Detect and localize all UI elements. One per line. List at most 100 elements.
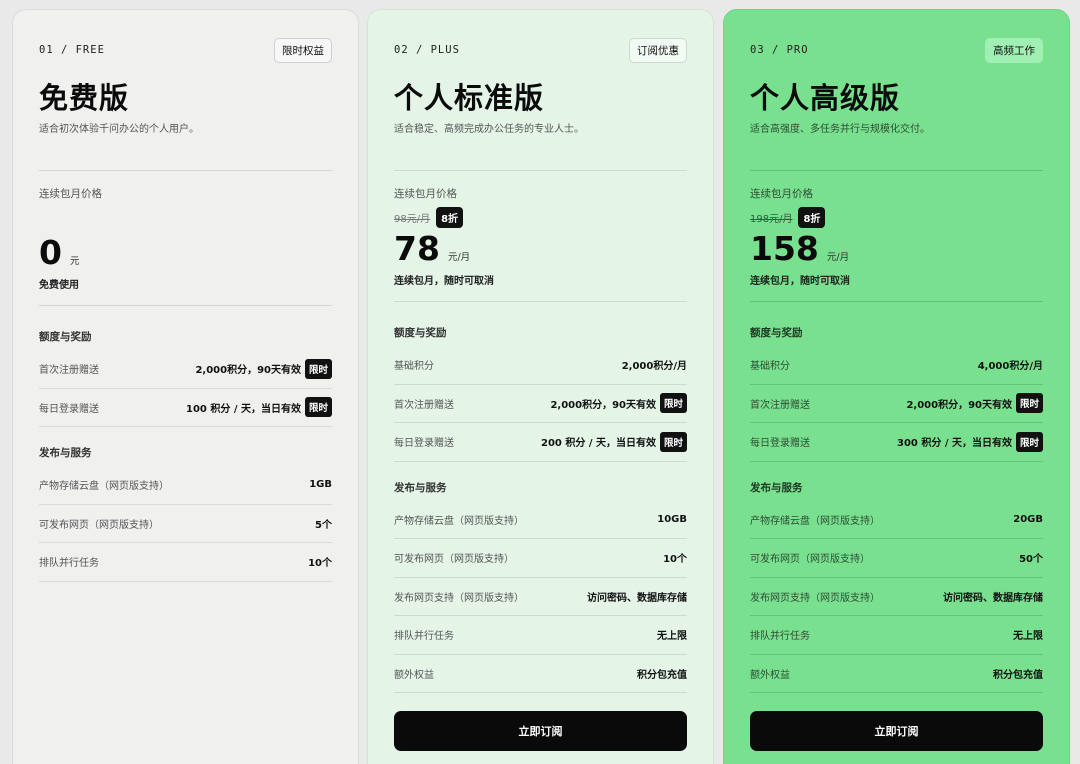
price-note: 免费使用 <box>39 280 79 291</box>
quota-row: 首次注册赠送 2,000积分，90天有效 限时 <box>39 350 332 389</box>
row-value: 10个 <box>663 554 687 566</box>
quota-row: 首次注册赠送 2,000积分，90天有效 限时 <box>394 385 687 423</box>
service-row: 产物存储云盘（网页版支持） 10GB <box>394 501 687 539</box>
original-price-row: 98元/月 8折 <box>394 206 687 228</box>
row-value-text: 2,000积分，90天有效 <box>195 365 301 377</box>
price-row: 158 元/月 <box>750 230 1043 268</box>
row-value: 300 积分 / 天，当日有效 限时 <box>897 431 1043 452</box>
quota-row: 首次注册赠送 2,000积分，90天有效 限时 <box>750 385 1043 423</box>
row-value: 50个 <box>1019 554 1043 566</box>
limited-badge: 限时 <box>659 431 687 452</box>
divider <box>750 301 1043 302</box>
row-label: 产物存储云盘（网页版支持） <box>750 515 880 527</box>
price-unit: 元/月 <box>826 252 850 263</box>
price-row: 78 元/月 <box>394 230 687 268</box>
row-value: 2,000积分/月 <box>621 361 687 373</box>
row-value: 积分包充值 <box>993 669 1043 681</box>
row-value: 4,000积分/月 <box>977 361 1043 373</box>
section-title-quota: 额度与奖励 <box>394 327 447 339</box>
row-value-text: 2,000积分，90天有效 <box>906 399 1012 411</box>
row-value: 20GB <box>1013 513 1043 525</box>
service-row: 发布网页支持（网页版支持） 访问密码、数据库存储 <box>394 578 687 616</box>
row-value: 10GB <box>657 513 687 525</box>
service-row: 可发布网页（网页版支持） 5个 <box>39 505 332 543</box>
row-value: 积分包充值 <box>637 669 687 681</box>
row-value-text: 200 积分 / 天，当日有效 <box>541 438 656 450</box>
section-title-quota: 额度与奖励 <box>39 331 92 343</box>
plan-header: 03 / PRO 高频工作 <box>750 37 1043 63</box>
plan-tag: 高频工作 <box>985 37 1043 63</box>
quota-row: 基础积分 4,000积分/月 <box>750 346 1043 385</box>
row-value: 10个 <box>308 558 332 570</box>
section-title-services: 发布与服务 <box>394 481 447 494</box>
row-label: 首次注册赠送 <box>39 365 99 377</box>
plan-name: 个人标准版 <box>394 81 545 115</box>
service-row: 排队并行任务 无上限 <box>394 616 687 655</box>
row-label: 排队并行任务 <box>39 558 99 570</box>
row-value: 1GB <box>309 479 332 491</box>
row-label: 排队并行任务 <box>750 631 810 643</box>
row-label: 可发布网页（网页版支持） <box>750 554 870 566</box>
limited-badge: 限时 <box>659 393 687 414</box>
service-row: 额外权益 积分包充值 <box>394 655 687 693</box>
row-label: 排队并行任务 <box>394 631 454 643</box>
price-row: 0 元 <box>39 234 332 272</box>
row-label: 首次注册赠送 <box>394 399 454 411</box>
row-label: 基础积分 <box>394 361 434 373</box>
plan-description: 适合高强度、多任务并行与规模化交付。 <box>750 124 930 135</box>
section-title-services: 发布与服务 <box>750 481 803 494</box>
plan-tag: 订阅优惠 <box>629 37 687 63</box>
price-label: 连续包月价格 <box>394 188 457 200</box>
limited-badge: 限时 <box>1015 393 1043 414</box>
plan-name: 个人高级版 <box>750 81 901 115</box>
price-unit: 元 <box>69 256 80 267</box>
divider <box>39 170 332 171</box>
plan-tag: 限时权益 <box>274 37 332 63</box>
plan-header: 01 / FREE 限时权益 <box>39 37 332 63</box>
plan-name: 免费版 <box>39 81 130 115</box>
plan-header: 02 / PLUS 订阅优惠 <box>394 37 687 63</box>
row-value: 访问密码、数据库存储 <box>943 592 1043 604</box>
service-row: 产物存储云盘（网页版支持） 1GB <box>39 466 332 505</box>
row-label: 额外权益 <box>750 669 790 681</box>
plan-card-plus: 02 / PLUS 订阅优惠 个人标准版 适合稳定、高频完成办公任务的专业人士。… <box>367 9 714 764</box>
price-note: 连续包月，随时可取消 <box>394 276 494 287</box>
plan-description: 适合稳定、高频完成办公任务的专业人士。 <box>394 124 584 135</box>
quota-row: 基础积分 2,000积分/月 <box>394 346 687 385</box>
price-label: 连续包月价格 <box>39 188 102 200</box>
row-value-text: 2,000积分，90天有效 <box>550 399 656 411</box>
service-row: 产物存储云盘（网页版支持） 20GB <box>750 501 1043 539</box>
row-value: 2,000积分，90天有效 限时 <box>906 393 1043 414</box>
row-label: 每日登录赠送 <box>39 403 99 415</box>
row-value: 2,000积分，90天有效 限时 <box>195 358 332 379</box>
service-row: 排队并行任务 10个 <box>39 543 332 582</box>
row-value-text: 300 积分 / 天，当日有效 <box>897 438 1012 450</box>
row-label: 首次注册赠送 <box>750 399 810 411</box>
quota-row: 每日登录赠送 300 积分 / 天，当日有效 限时 <box>750 423 1043 462</box>
plan-card-pro: 03 / PRO 高频工作 个人高级版 适合高强度、多任务并行与规模化交付。 连… <box>723 9 1070 764</box>
price-amount: 0 <box>39 233 62 272</box>
row-label: 可发布网页（网页版支持） <box>39 519 159 531</box>
service-row: 可发布网页（网页版支持） 50个 <box>750 539 1043 578</box>
row-value: 2,000积分，90天有效 限时 <box>550 393 687 414</box>
divider <box>394 301 687 302</box>
limited-badge: 限时 <box>304 358 332 379</box>
plan-code: 03 / PRO <box>750 44 809 56</box>
plan-card-free: 01 / FREE 限时权益 免费版 适合初次体验千问办公的个人用户。 连续包月… <box>12 9 359 764</box>
row-label: 发布网页支持（网页版支持） <box>750 592 880 604</box>
row-value-text: 100 积分 / 天，当日有效 <box>186 403 301 415</box>
service-row: 发布网页支持（网页版支持） 访问密码、数据库存储 <box>750 578 1043 616</box>
subscribe-button[interactable]: 立即订阅 <box>394 711 687 751</box>
row-label: 每日登录赠送 <box>750 438 810 450</box>
original-price-row: 198元/月 8折 <box>750 206 1043 228</box>
row-label: 产物存储云盘（网页版支持） <box>39 481 169 493</box>
row-label: 基础积分 <box>750 361 790 373</box>
service-row: 排队并行任务 无上限 <box>750 616 1043 655</box>
limited-badge: 限时 <box>304 397 332 418</box>
section-title-quota: 额度与奖励 <box>750 327 803 339</box>
subscribe-button[interactable]: 立即订阅 <box>750 711 1043 751</box>
price-unit: 元/月 <box>447 252 471 263</box>
service-row: 额外权益 积分包充值 <box>750 655 1043 693</box>
price-note: 连续包月，随时可取消 <box>750 276 850 287</box>
row-label: 额外权益 <box>394 669 434 681</box>
